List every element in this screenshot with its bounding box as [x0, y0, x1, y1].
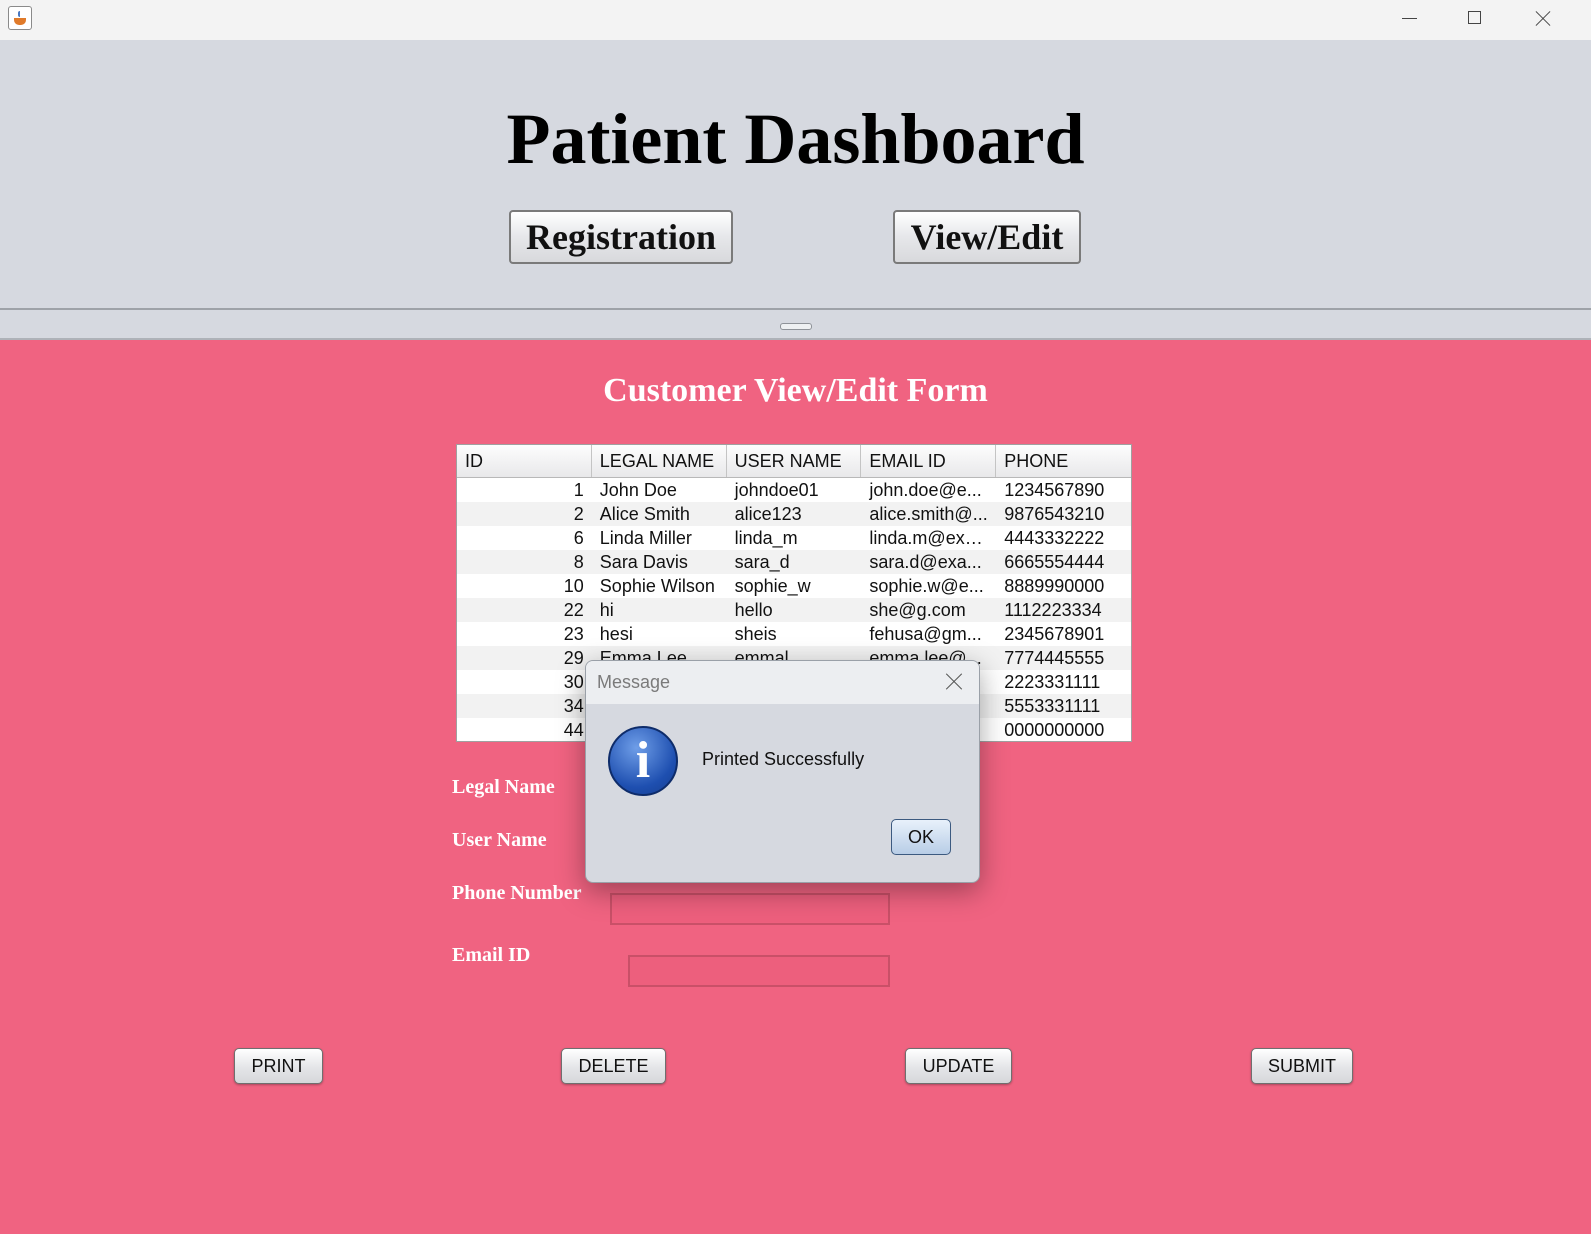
form-title: Customer View/Edit Form: [603, 372, 988, 409]
cell-id: 6: [573, 528, 584, 548]
cell-phone: 6665554444: [1004, 552, 1105, 572]
table-row[interactable]: 6 Linda Miller linda_m linda.m@exa... 444333…: [457, 526, 1131, 550]
cell-id: 22: [563, 600, 584, 620]
cell-phone: 5553331111: [1004, 696, 1101, 716]
submit-button[interactable]: SUBMIT: [1251, 1048, 1353, 1084]
cell-email: john.doe@e...: [869, 480, 982, 500]
legal-name-label: Legal Name: [452, 776, 555, 798]
cell-id: 29: [563, 648, 584, 668]
dashboard-header: Patient Dashboard Registration View/Edit: [0, 40, 1591, 308]
cell-user-name: sara_d: [734, 552, 790, 572]
table-row[interactable]: 10 Sophie Wilson sophie_w sophie.w@e... 8889…: [457, 574, 1131, 598]
cell-legal-name: John Doe: [599, 480, 677, 500]
cell-email: sophie.w@e...: [869, 576, 984, 596]
cell-legal-name: hi: [599, 600, 614, 620]
cell-phone: 7774445555: [1004, 648, 1105, 668]
dialog-message: Printed Successfully: [702, 749, 865, 769]
cell-email: linda.m@exa...: [869, 528, 990, 548]
cell-phone: 1234567890: [1004, 480, 1105, 500]
delete-button[interactable]: DELETE: [561, 1048, 666, 1084]
title-bar: [0, 0, 1591, 40]
cell-legal-name: hesi: [599, 624, 633, 644]
cell-id: 44: [563, 720, 584, 740]
cell-id: 8: [573, 552, 584, 572]
page-title: Patient Dashboard: [506, 99, 1085, 179]
cell-phone: 1112223334: [1004, 600, 1102, 620]
cell-legal-name: Sophie Wilson: [599, 576, 715, 596]
cell-user-name: hello: [734, 600, 773, 620]
update-button[interactable]: UPDATE: [905, 1048, 1012, 1084]
phone-number-label: Phone Number: [452, 882, 582, 904]
dialog-title-bar: Message: [586, 661, 979, 704]
java-cup-icon[interactable]: [8, 6, 32, 30]
info-icon: i: [608, 726, 678, 796]
column-header-phone[interactable]: PHONE: [996, 445, 1131, 477]
maximize-icon[interactable]: [1462, 0, 1508, 36]
phone-number-field[interactable]: [610, 893, 890, 925]
close-icon[interactable]: [1532, 0, 1578, 36]
cell-user-name: johndoe01: [734, 480, 819, 500]
cell-user-name: alice123: [734, 504, 802, 524]
cell-email: sara.d@exa...: [869, 552, 982, 572]
column-header-email[interactable]: EMAIL ID: [861, 445, 997, 477]
cell-phone: 4443332222: [1004, 528, 1105, 548]
table-row[interactable]: 2 Alice Smith alice123 alice.smith@... 98765…: [457, 502, 1131, 526]
cell-id: 2: [573, 504, 584, 524]
email-id-field[interactable]: [628, 955, 890, 987]
cell-email: fehusa@gm...: [869, 624, 982, 644]
cell-legal-name: Sara Davis: [599, 552, 688, 572]
cell-id: 10: [563, 576, 584, 596]
cell-user-name: sheis: [734, 624, 777, 644]
user-name-label: User Name: [452, 829, 547, 851]
cell-email: alice.smith@...: [869, 504, 988, 524]
ok-button[interactable]: OK: [891, 819, 951, 855]
cell-phone: 8889990000: [1004, 576, 1105, 596]
minimize-icon[interactable]: [1394, 0, 1440, 36]
cell-id: 23: [563, 624, 584, 644]
table-header: ID LEGAL NAME USER NAME EMAIL ID PHONE: [457, 445, 1131, 478]
split-pane-divider[interactable]: [0, 308, 1591, 340]
column-header-legal-name[interactable]: LEGAL NAME: [592, 445, 727, 477]
table-row[interactable]: 22 hi hello she@g.com 1112223334: [457, 598, 1131, 622]
message-dialog: Message i Printed Successfully OK: [585, 660, 980, 883]
print-button[interactable]: PRINT: [234, 1048, 323, 1084]
cell-phone: 0000000000: [1004, 720, 1105, 740]
email-id-label: Email ID: [452, 944, 531, 966]
cell-phone: 2345678901: [1004, 624, 1105, 644]
table-row[interactable]: 1 John Doe johndoe01 john.doe@e... 123456789…: [457, 478, 1131, 502]
divider-grip-icon[interactable]: [780, 323, 812, 330]
view-edit-button[interactable]: View/Edit: [893, 210, 1081, 264]
cell-phone: 9876543210: [1004, 504, 1105, 524]
column-header-user-name[interactable]: USER NAME: [727, 445, 862, 477]
cell-id: 1: [573, 480, 584, 500]
cell-legal-name: Linda Miller: [599, 528, 692, 548]
table-row[interactable]: 23 hesi sheis fehusa@gm... 2345678901: [457, 622, 1131, 646]
cell-id: 30: [563, 672, 584, 692]
close-icon[interactable]: [943, 671, 965, 693]
cell-user-name: linda_m: [734, 528, 798, 548]
cell-legal-name: Alice Smith: [599, 504, 690, 524]
table-row[interactable]: 8 Sara Davis sara_d sara.d@exa... 6665554444: [457, 550, 1131, 574]
cell-phone: 2223331111: [1004, 672, 1101, 692]
column-header-id[interactable]: ID: [457, 445, 592, 477]
cell-id: 34: [563, 696, 584, 716]
cell-user-name: sophie_w: [734, 576, 811, 596]
cell-email: she@g.com: [869, 600, 966, 620]
dialog-title: Message: [597, 672, 671, 692]
registration-button[interactable]: Registration: [509, 210, 733, 264]
